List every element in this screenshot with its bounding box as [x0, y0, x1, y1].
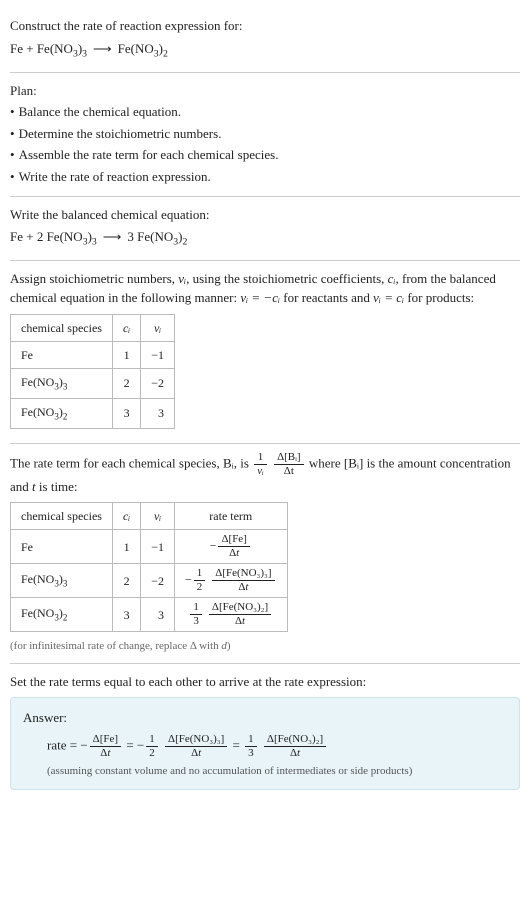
- plan-item: •Determine the stoichiometric numbers.: [10, 124, 520, 144]
- cell-nui: 3: [141, 398, 175, 428]
- fraction: Δ[Fe(NO₃)₃]Δt: [165, 734, 227, 759]
- arrow-icon: ⟶: [87, 39, 118, 59]
- plan-heading: Plan:: [10, 81, 520, 101]
- balanced-heading: Write the balanced chemical equation:: [10, 205, 520, 225]
- bullet-icon: •: [10, 169, 19, 184]
- table-row: chemical species cᵢ νᵢ: [11, 314, 175, 341]
- cell-ci: 2: [112, 368, 140, 398]
- cell-species: Fe: [11, 530, 113, 564]
- cell-species: Fe(NO3)3: [11, 564, 113, 598]
- intro-heading: Construct the rate of reaction expressio…: [10, 16, 520, 36]
- cell-species: Fe(NO3)2: [11, 398, 113, 428]
- cell-ci: 1: [112, 341, 140, 368]
- table-row: Fe(NO3)2 3 3 13 Δ[Fe(NO₃)₂]Δt: [11, 598, 288, 632]
- table-row: Fe 1 −1: [11, 341, 175, 368]
- table-row: Fe(NO3)2 3 3: [11, 398, 175, 428]
- bullet-icon: •: [10, 147, 19, 162]
- cell-rate: 13 Δ[Fe(NO₃)₂]Δt: [174, 598, 287, 632]
- fraction: Δ[Fe(NO₃)₂]Δt: [209, 602, 271, 627]
- fraction: 13: [245, 734, 257, 759]
- balanced-equation: Fe + 2 Fe(NO3)3⟶3 Fe(NO3)2: [10, 227, 520, 250]
- col-species: chemical species: [11, 314, 113, 341]
- table-row: Fe(NO3)3 2 −2 −12 Δ[Fe(NO₃)₃]Δt: [11, 564, 288, 598]
- balanced-section: Write the balanced chemical equation: Fe…: [10, 197, 520, 261]
- intro-section: Construct the rate of reaction expressio…: [10, 8, 520, 73]
- rateterm-table: chemical species cᵢ νᵢ rate term Fe 1 −1…: [10, 502, 288, 632]
- cell-species: Fe(NO3)2: [11, 598, 113, 632]
- table-row: Fe(NO3)3 2 −2: [11, 368, 175, 398]
- fraction: Δ[Bᵢ]Δt: [274, 452, 304, 477]
- fraction: 13: [190, 602, 202, 627]
- fraction: 1νᵢ: [254, 452, 267, 477]
- cell-species: Fe: [11, 341, 113, 368]
- arrow-icon: ⟶: [97, 227, 128, 247]
- cell-ci: 1: [112, 530, 140, 564]
- plan-list: •Balance the chemical equation. •Determi…: [10, 102, 520, 186]
- col-nui: νᵢ: [141, 503, 175, 530]
- cell-nui: −2: [141, 564, 175, 598]
- fraction: Δ[Fe(NO₃)₃]Δt: [212, 568, 274, 593]
- final-heading: Set the rate terms equal to each other t…: [10, 672, 520, 692]
- cell-ci: 2: [112, 564, 140, 598]
- col-ci: cᵢ: [112, 503, 140, 530]
- rateterm-intro: The rate term for each chemical species,…: [10, 452, 520, 497]
- stoich-table: chemical species cᵢ νᵢ Fe 1 −1 Fe(NO3)3 …: [10, 314, 175, 429]
- cell-nui: −2: [141, 368, 175, 398]
- table-row: chemical species cᵢ νᵢ rate term: [11, 503, 288, 530]
- answer-label: Answer:: [23, 708, 507, 728]
- bullet-icon: •: [10, 126, 19, 141]
- cell-rate: −Δ[Fe]Δt: [174, 530, 287, 564]
- rateterm-footnote: (for infinitesimal rate of change, repla…: [10, 638, 520, 655]
- cell-rate: −12 Δ[Fe(NO₃)₃]Δt: [174, 564, 287, 598]
- assumption-note: (assuming constant volume and no accumul…: [23, 763, 507, 780]
- plan-item: •Assemble the rate term for each chemica…: [10, 145, 520, 165]
- plan-item: •Write the rate of reaction expression.: [10, 167, 520, 187]
- cell-ci: 3: [112, 398, 140, 428]
- plan-item: •Balance the chemical equation.: [10, 102, 520, 122]
- final-section: Set the rate terms equal to each other t…: [10, 664, 520, 799]
- plan-section: Plan: •Balance the chemical equation. •D…: [10, 73, 520, 198]
- cell-nui: −1: [141, 530, 175, 564]
- fraction: 12: [146, 734, 158, 759]
- col-ci: cᵢ: [112, 314, 140, 341]
- fraction: 12: [194, 568, 206, 593]
- fraction: Δ[Fe(NO₃)₂]Δt: [264, 734, 326, 759]
- cell-nui: 3: [141, 598, 175, 632]
- cell-species: Fe(NO3)3: [11, 368, 113, 398]
- fraction: Δ[Fe]Δt: [90, 734, 121, 759]
- rateterm-section: The rate term for each chemical species,…: [10, 444, 520, 664]
- col-nui: νᵢ: [141, 314, 175, 341]
- unbalanced-equation: Fe + Fe(NO3)3⟶Fe(NO3)2: [10, 39, 520, 62]
- fraction: Δ[Fe]Δt: [218, 534, 249, 559]
- col-species: chemical species: [11, 503, 113, 530]
- col-rate: rate term: [174, 503, 287, 530]
- rate-expression: rate = −Δ[Fe]Δt = −12 Δ[Fe(NO₃)₃]Δt = 13…: [23, 734, 507, 759]
- table-row: Fe 1 −1 −Δ[Fe]Δt: [11, 530, 288, 564]
- stoich-section: Assign stoichiometric numbers, νᵢ, using…: [10, 261, 520, 444]
- cell-nui: −1: [141, 341, 175, 368]
- answer-box: Answer: rate = −Δ[Fe]Δt = −12 Δ[Fe(NO₃)₃…: [10, 697, 520, 790]
- bullet-icon: •: [10, 104, 19, 119]
- cell-ci: 3: [112, 598, 140, 632]
- stoich-intro: Assign stoichiometric numbers, νᵢ, using…: [10, 269, 520, 308]
